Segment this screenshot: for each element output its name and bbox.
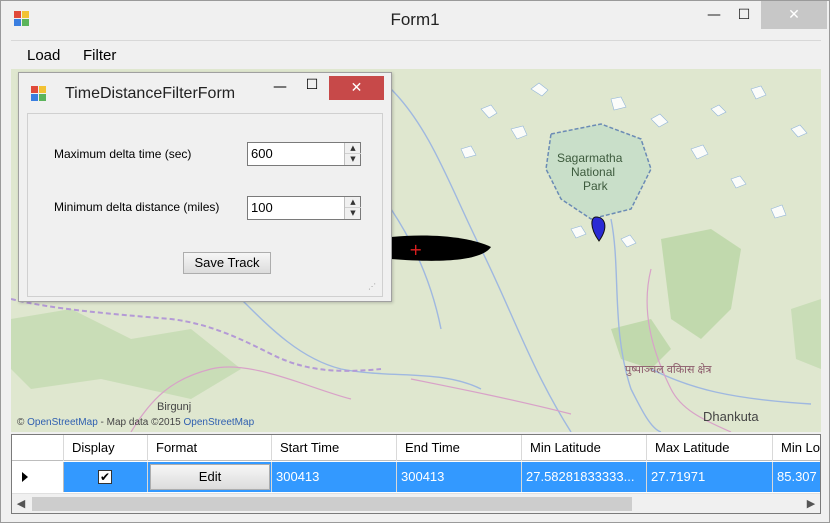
grid-corner	[12, 435, 64, 461]
horizontal-scrollbar[interactable]: ◀ ▶	[12, 493, 820, 513]
current-row-icon	[22, 472, 28, 482]
dialog-body: Maximum delta time (sec) 600 ▲ ▼ Minimum…	[27, 113, 383, 297]
decrement-icon[interactable]: ▼	[345, 208, 361, 219]
cell-min-latitude[interactable]: 27.58281833333...	[522, 462, 647, 492]
resize-grip-icon[interactable]: ⋰	[368, 282, 378, 292]
region-label: पुष्पाञ्चल वकिास क्षेत्र	[625, 364, 712, 376]
map-attribution: © OpenStreetMap - Map data ©2015 OpenStr…	[17, 417, 254, 428]
increment-icon[interactable]: ▲	[345, 143, 361, 154]
menu-bar: Load Filter	[11, 40, 821, 68]
svg-text:+: +	[409, 240, 422, 259]
save-track-button[interactable]: Save Track	[183, 252, 271, 274]
title-bar: Form1 — ☐ ✕	[1, 1, 829, 39]
dialog-close-button[interactable]: ✕	[329, 76, 384, 100]
maximize-button[interactable]: ☐	[729, 1, 759, 29]
town-dhankuta: Dhankuta	[703, 409, 759, 424]
edit-button[interactable]: Edit	[150, 464, 270, 490]
scroll-thumb[interactable]	[32, 497, 632, 511]
decrement-icon[interactable]: ▼	[345, 154, 361, 165]
max-delta-time-value[interactable]: 600	[251, 146, 273, 161]
table-row[interactable]: ✔ Edit 300413 300413 27.58281833333... 2…	[12, 462, 820, 492]
map-pin-icon[interactable]	[586, 213, 606, 243]
menu-load[interactable]: Load	[27, 47, 60, 64]
park-label-line1: Sagarmatha	[557, 151, 623, 165]
min-delta-distance-spin-buttons[interactable]: ▲ ▼	[344, 197, 361, 219]
dialog-maximize-button[interactable]: ☐	[299, 77, 325, 99]
close-button[interactable]: ✕	[761, 1, 827, 29]
minimize-button[interactable]: —	[699, 1, 729, 29]
dialog-title: TimeDistanceFilterForm	[65, 85, 236, 102]
increment-icon[interactable]: ▲	[345, 197, 361, 208]
attribution-link-osm-data[interactable]: OpenStreetMap	[184, 417, 255, 428]
display-checkbox[interactable]: ✔	[98, 470, 112, 484]
cell-max-latitude[interactable]: 27.71971	[647, 462, 773, 492]
col-start-time[interactable]: Start Time	[272, 435, 397, 461]
menu-filter[interactable]: Filter	[83, 47, 116, 64]
cell-display[interactable]: ✔	[64, 462, 148, 492]
dialog-app-icon	[31, 86, 47, 102]
track-grid[interactable]: Display Format Start Time End Time Min L…	[11, 434, 821, 514]
scroll-left-icon[interactable]: ◀	[12, 494, 30, 513]
park-label-line3: Park	[583, 179, 608, 193]
col-format[interactable]: Format	[148, 435, 272, 461]
max-delta-time-spin-buttons[interactable]: ▲ ▼	[344, 143, 361, 165]
cell-end-time[interactable]: 300413	[397, 462, 522, 492]
attribution-mid: - Map data ©2015	[97, 417, 184, 428]
town-birgunj: Birgunj	[157, 401, 192, 413]
dialog-minimize-button[interactable]: —	[267, 79, 293, 101]
min-delta-distance-label: Minimum delta distance (miles)	[54, 200, 220, 214]
max-delta-time-label: Maximum delta time (sec)	[54, 147, 192, 161]
row-header[interactable]	[12, 462, 64, 492]
col-display[interactable]: Display	[64, 435, 148, 461]
min-delta-distance-stepper[interactable]: 100 ▲ ▼	[247, 196, 361, 220]
cell-format: Edit	[148, 462, 272, 492]
col-max-latitude[interactable]: Max Latitude	[647, 435, 773, 461]
grid-header: Display Format Start Time End Time Min L…	[12, 435, 820, 461]
max-delta-time-stepper[interactable]: 600 ▲ ▼	[247, 142, 361, 166]
time-distance-filter-dialog: TimeDistanceFilterForm — ☐ ✕ Maximum del…	[18, 72, 392, 302]
attribution-link-osm[interactable]: OpenStreetMap	[27, 417, 98, 428]
scroll-right-icon[interactable]: ▶	[802, 494, 820, 513]
col-end-time[interactable]: End Time	[397, 435, 522, 461]
min-delta-distance-value[interactable]: 100	[251, 200, 273, 215]
col-min-longitude[interactable]: Min Lo	[773, 435, 820, 461]
park-label-line2: National	[571, 165, 616, 179]
cell-min-longitude[interactable]: 85.307	[773, 462, 820, 492]
attribution-prefix: ©	[17, 417, 28, 428]
cell-start-time[interactable]: 300413	[272, 462, 397, 492]
col-min-latitude[interactable]: Min Latitude	[522, 435, 647, 461]
dialog-title-bar: TimeDistanceFilterForm — ☐ ✕	[19, 73, 391, 111]
